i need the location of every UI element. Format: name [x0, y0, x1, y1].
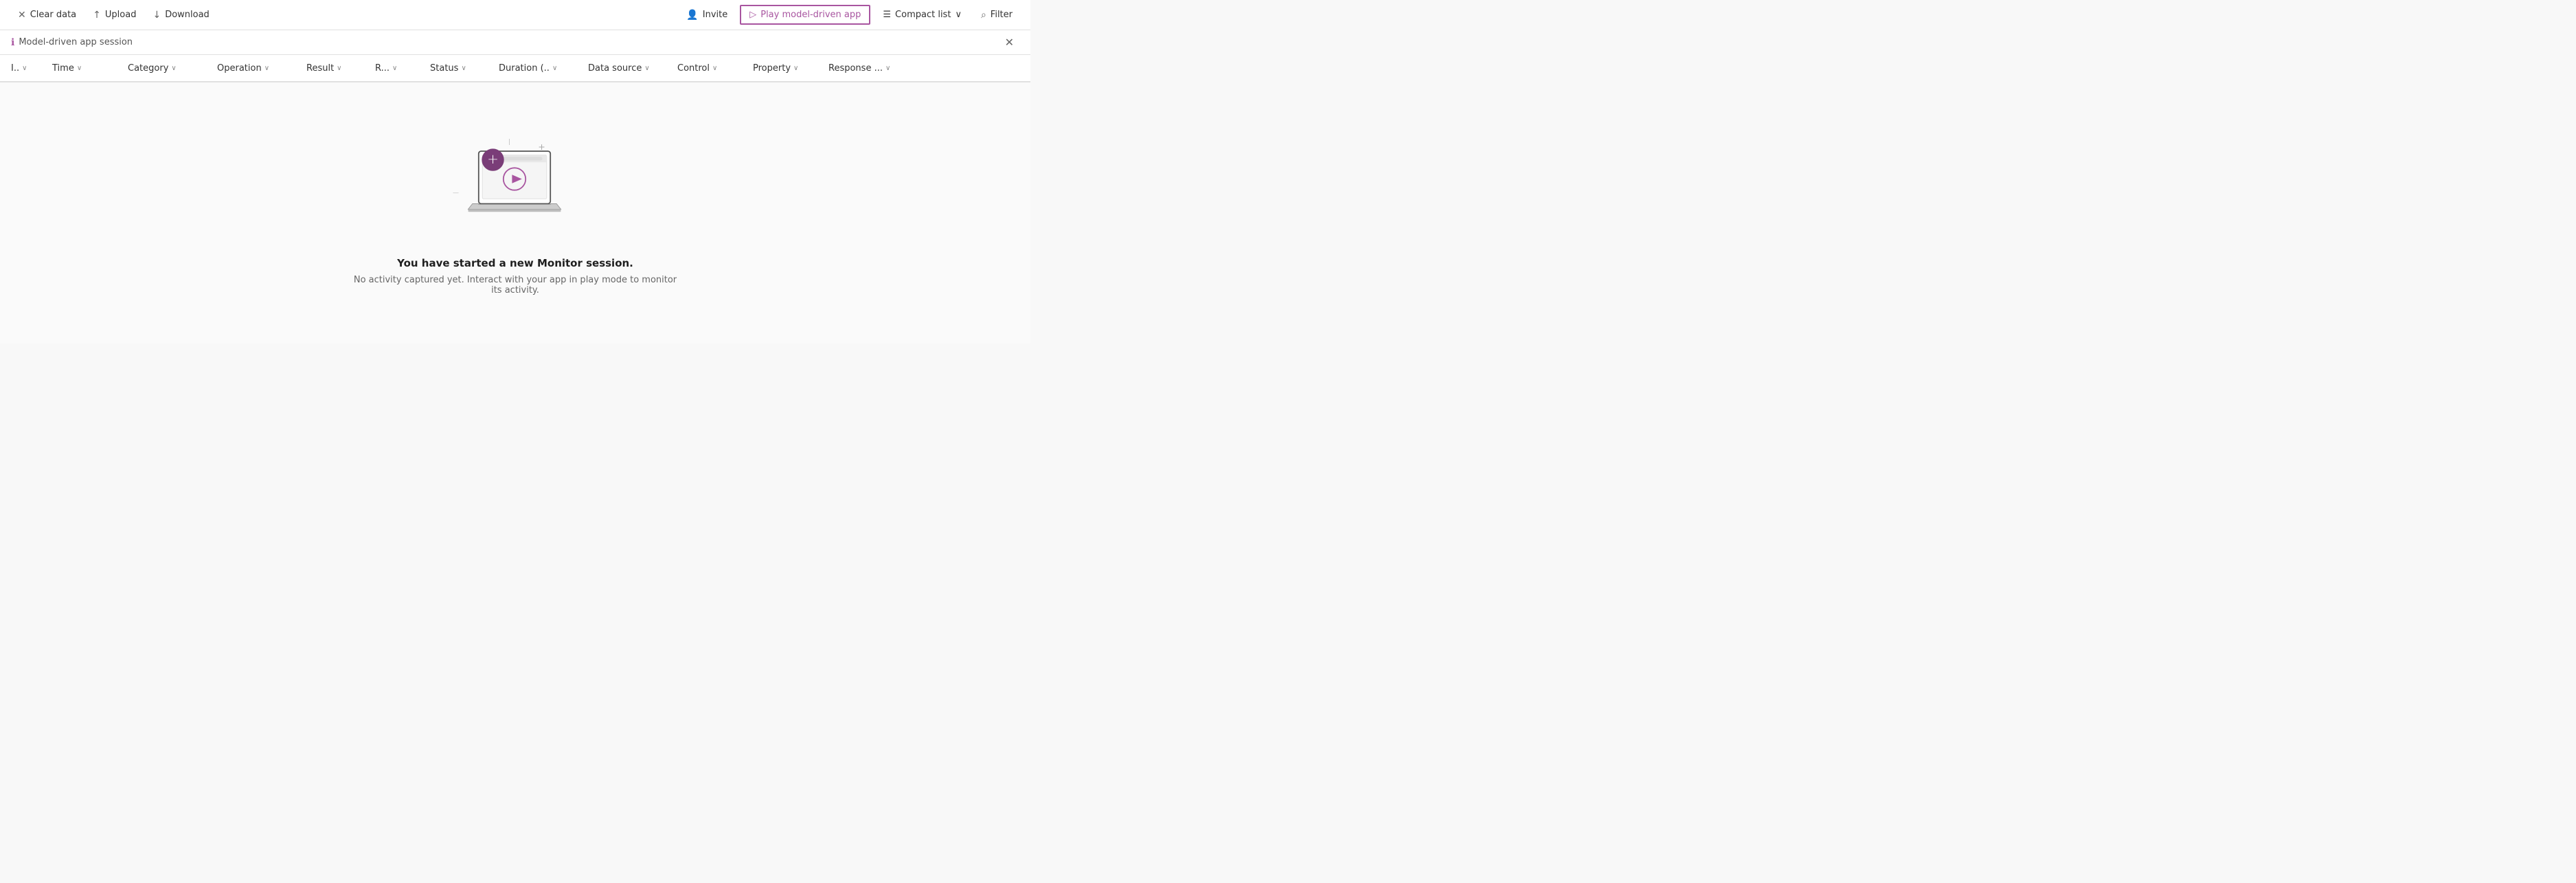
toolbar-right: 👤 Invite ▷ Play model-driven app ☰ Compa…	[679, 5, 1019, 25]
toolbar: ✕ Clear data ↑ Upload ↓ Download 👤 Invit…	[0, 0, 1030, 30]
chevron-down-icon: ∨	[885, 65, 890, 72]
download-button[interactable]: ↓ Download	[146, 5, 216, 25]
upload-icon: ↑	[93, 10, 101, 21]
session-label: Model-driven app session	[19, 37, 133, 47]
session-close-button[interactable]: ✕	[999, 33, 1019, 52]
col-header-category[interactable]: Category ∨	[122, 60, 212, 76]
col-header-id[interactable]: I.. ∨	[5, 60, 47, 76]
info-icon: ℹ	[11, 37, 14, 48]
chevron-down-icon: ∨	[171, 65, 176, 72]
svg-text:—: —	[453, 190, 459, 197]
compact-list-button[interactable]: ☰ Compact list ∨	[876, 5, 969, 24]
col-header-r[interactable]: R... ∨	[370, 60, 425, 76]
chevron-down-icon: ∨	[712, 65, 717, 72]
col-header-result[interactable]: Result ∨	[301, 60, 370, 76]
chevron-down-icon: ∨	[552, 65, 557, 72]
clear-icon: ✕	[18, 10, 26, 21]
svg-text:+: +	[538, 142, 545, 152]
filter-button[interactable]: ⌕ Filter	[974, 5, 1019, 25]
play-model-driven-app-button[interactable]: ▷ Play model-driven app	[740, 5, 870, 25]
list-icon: ☰	[883, 10, 891, 20]
clear-data-button[interactable]: ✕ Clear data	[11, 5, 83, 25]
empty-state-title: You have started a new Monitor session.	[397, 257, 633, 269]
filter-icon: ⌕	[981, 10, 986, 21]
chevron-down-icon: ∨	[77, 65, 82, 72]
col-header-duration[interactable]: Duration (.. ∨	[493, 60, 583, 76]
upload-button[interactable]: ↑ Upload	[86, 5, 143, 25]
empty-state-subtitle: No activity captured yet. Interact with …	[350, 275, 680, 295]
chevron-down-icon: ∨	[793, 65, 798, 72]
chevron-down-icon: ∨	[461, 65, 466, 72]
col-header-status[interactable]: Status ∨	[425, 60, 493, 76]
chevron-down-icon: ∨	[955, 10, 962, 20]
chevron-down-icon: ∨	[392, 65, 397, 72]
column-headers: I.. ∨ Time ∨ Category ∨ Operation ∨ Resu…	[0, 55, 1030, 82]
col-header-control[interactable]: Control ∨	[672, 60, 747, 76]
col-header-datasource[interactable]: Data source ∨	[583, 60, 672, 76]
chevron-down-icon: ∨	[644, 65, 649, 72]
illustration: + — + | +	[447, 131, 584, 241]
toolbar-left: ✕ Clear data ↑ Upload ↓ Download	[11, 5, 679, 25]
col-header-time[interactable]: Time ∨	[47, 60, 122, 76]
session-bar: ℹ Model-driven app session ✕	[0, 30, 1030, 55]
person-icon: 👤	[686, 10, 698, 21]
chevron-down-icon: ∨	[264, 65, 269, 72]
invite-button[interactable]: 👤 Invite	[679, 5, 734, 25]
col-header-operation[interactable]: Operation ∨	[212, 60, 301, 76]
col-header-response[interactable]: Response ... ∨	[823, 60, 926, 76]
empty-state: + — + | + You have started a new M	[0, 82, 1030, 344]
laptop-illustration: + — + | +	[447, 131, 570, 234]
svg-text:+: +	[487, 151, 499, 167]
col-header-property[interactable]: Property ∨	[747, 60, 823, 76]
svg-text:|: |	[508, 139, 510, 146]
play-icon: ▷	[749, 10, 756, 20]
chevron-down-icon: ∨	[22, 65, 27, 72]
session-info: ℹ Model-driven app session	[11, 37, 133, 48]
chevron-down-icon: ∨	[337, 65, 341, 72]
download-icon: ↓	[152, 10, 161, 21]
